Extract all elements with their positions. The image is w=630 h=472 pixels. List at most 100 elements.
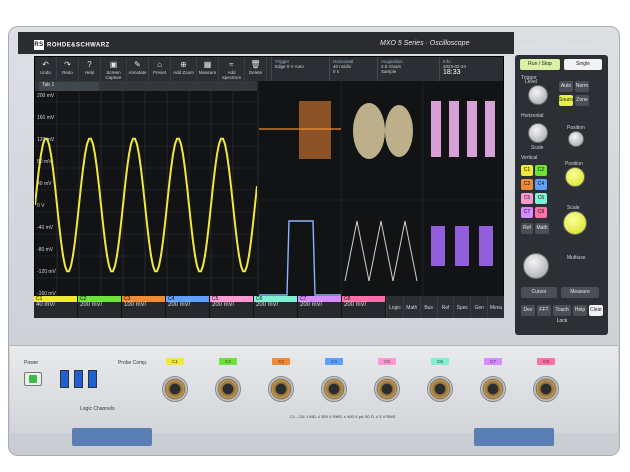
camera-icon: ▣	[109, 60, 118, 69]
vertical-scale-knob[interactable]	[563, 211, 587, 235]
single-button[interactable]: Single	[564, 59, 602, 70]
info-panel[interactable]: Info 2023-02-24 18:33	[439, 57, 503, 81]
multiuse-label: Multiuse	[567, 255, 586, 261]
acquisition-info[interactable]: Acquisition 2.5 GSa/s Sample	[377, 57, 439, 81]
ch6-button[interactable]: C6	[535, 193, 547, 204]
horizontal-scale-knob[interactable]	[528, 123, 548, 143]
undo-icon: ↶	[42, 60, 49, 69]
norm-button[interactable]: Norm	[575, 81, 589, 92]
bnc-input-c5-icon[interactable]	[374, 376, 400, 402]
bnc-input-c6-icon[interactable]	[427, 376, 453, 402]
tab-1[interactable]: Tab 1	[39, 82, 99, 91]
ch7-button[interactable]: C7	[521, 207, 533, 218]
y-tick-label: 0 V	[37, 203, 45, 209]
usb-port-1[interactable]	[60, 370, 69, 388]
menu-gen-button[interactable]: Gen	[470, 296, 488, 318]
bnc-input-c1-icon[interactable]	[162, 376, 188, 402]
horizontal-info[interactable]: Horizontal 40 ns/div 0 s	[329, 57, 377, 81]
front-panel	[10, 345, 618, 433]
usb-port-3[interactable]	[88, 370, 97, 388]
zone-button[interactable]: Zone	[575, 95, 589, 106]
measure-button[interactable]: ▦ Measure	[197, 57, 219, 81]
help-button[interactable]: ? Help	[79, 57, 101, 81]
add-spectrum-button[interactable]: ≈ Add Spectrum	[219, 57, 245, 81]
annotate-button[interactable]: ✎ Annotate	[127, 57, 149, 81]
dev-button[interactable]: Dev	[521, 305, 535, 316]
ch2-button[interactable]: C2	[535, 165, 547, 176]
main-waveform-plot[interactable]: 200 mV 160 mV 120 mV 80 mV 40 mV 0 V -40 mV -80…	[35, 91, 258, 317]
channel-4-tab[interactable]: C4 200 mV/	[166, 296, 210, 318]
bnc-input-c7-icon[interactable]	[480, 376, 506, 402]
menu-bar: Logic Math Bus Ref Spec Gen Menu	[386, 296, 505, 318]
measure-side-button[interactable]: Measure	[561, 287, 599, 298]
channel-1-tab[interactable]: C1 40 mV/	[34, 296, 78, 318]
c4-pulse-waveform	[259, 220, 341, 296]
logic-channels-label: Logic Channels	[80, 406, 115, 412]
y-tick-label: 120 mV	[37, 137, 55, 143]
zoom-icon: ⊕	[180, 60, 187, 69]
ch3-button[interactable]: C3	[521, 179, 533, 190]
menu-menu-button[interactable]: Menu	[487, 296, 505, 318]
multi-diagram-panel[interactable]	[259, 81, 503, 317]
menu-bus-button[interactable]: Bus	[419, 296, 437, 318]
channel-6-tab[interactable]: C6 200 mV/	[254, 296, 298, 318]
delete-button[interactable]: 🗑 Delete	[245, 57, 267, 81]
am-modulated-waveform	[353, 103, 413, 159]
undo-button[interactable]: ↶ Undo	[35, 57, 57, 81]
bnc-input-c2-icon[interactable]	[215, 376, 241, 402]
channel-5-tab[interactable]: C5 200 mV/	[210, 296, 254, 318]
ch1-button[interactable]: C1	[521, 165, 533, 176]
probe-label-c5: C5	[378, 358, 396, 365]
channel-2-tab[interactable]: C2 200 mV/	[78, 296, 122, 318]
math-button[interactable]: Math	[535, 223, 549, 234]
y-tick-label: 80 mV	[37, 159, 52, 165]
y-tick-label: -80 mV	[37, 247, 54, 253]
help-side-button[interactable]: Help	[573, 305, 587, 316]
ch5-button[interactable]: C5	[521, 193, 533, 204]
channel-1-scale: 40 mV/	[34, 302, 77, 318]
ch8-button[interactable]: C8	[535, 207, 547, 218]
channel-3-tab[interactable]: C3 100 mV/	[122, 296, 166, 318]
menu-spec-button[interactable]: Spec	[453, 296, 471, 318]
redo-button[interactable]: ↷ Redo	[57, 57, 79, 81]
channel-6-scale: 200 mV/	[254, 302, 297, 318]
channel-8-tab[interactable]: C8 200 mV/	[342, 296, 386, 318]
touch-lock-button[interactable]: Touch Lock	[553, 305, 571, 324]
vertical-position-label: Position	[565, 161, 583, 167]
horizontal-section-label: Horizontal	[521, 113, 544, 119]
bnc-input-c3-icon[interactable]	[268, 376, 294, 402]
clear-button[interactable]: Clear	[589, 305, 603, 316]
usb-port-2[interactable]	[74, 370, 83, 388]
run-stop-button[interactable]: Run / Stop	[520, 59, 560, 70]
triangle-waveform	[344, 220, 418, 282]
power-button[interactable]	[24, 372, 42, 386]
add-zoom-button[interactable]: ⊕ Add Zoom	[171, 57, 197, 81]
vertical-section-label: Vertical	[521, 155, 538, 161]
screen-capture-button[interactable]: ▣ Screen Capture	[101, 57, 127, 81]
trigger-level-knob[interactable]	[528, 85, 548, 105]
menu-math-button[interactable]: Math	[402, 296, 420, 318]
menu-ref-button[interactable]: Ref	[436, 296, 454, 318]
multiuse-knob[interactable]	[523, 253, 549, 279]
trash-icon: 🗑	[250, 60, 261, 69]
source-button[interactable]: Source	[559, 95, 575, 106]
c1-sine-trace	[35, 137, 258, 273]
redo-icon: ↷	[64, 60, 71, 69]
y-tick-label: 200 mV	[37, 93, 55, 99]
fft-button[interactable]: FFT	[537, 305, 551, 316]
menu-logic-button[interactable]: Logic	[386, 296, 403, 318]
channel-3-scale: 100 mV/	[122, 302, 165, 318]
bnc-input-c8-icon[interactable]	[533, 376, 559, 402]
trigger-info[interactable]: Trigger Edge 0 V Auto	[271, 57, 329, 81]
probe-label-c8: C8	[537, 358, 555, 365]
ref-button[interactable]: Ref	[521, 223, 533, 234]
bnc-input-c4-icon[interactable]	[321, 376, 347, 402]
preset-button[interactable]: ⌂ Preset	[149, 57, 171, 81]
measure-icon: ▦	[203, 60, 212, 69]
auto-button[interactable]: Auto	[559, 81, 573, 92]
channel-7-tab[interactable]: C7 200 mV/	[298, 296, 342, 318]
ch4-button[interactable]: C4	[535, 179, 547, 190]
vertical-position-knob[interactable]	[565, 167, 585, 187]
horizontal-position-knob[interactable]	[568, 131, 584, 147]
cursor-button[interactable]: Cursor	[521, 287, 557, 298]
